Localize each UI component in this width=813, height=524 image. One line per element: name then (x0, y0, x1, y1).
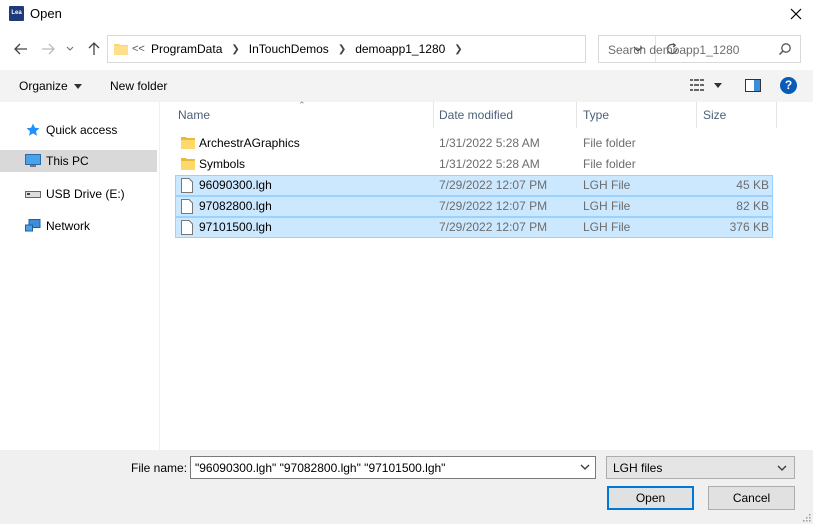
file-date: 1/31/2022 5:28 AM (439, 157, 540, 171)
arrow-left-icon (14, 43, 27, 55)
help-icon[interactable]: ? (780, 77, 797, 94)
breadcrumb-demoapp[interactable]: demoapp1_1280 (352, 42, 448, 56)
file-date: 1/31/2022 5:28 AM (439, 136, 540, 150)
navigation-pane: Quick access This PC USB Drive (E:) Netw… (0, 102, 160, 450)
chevron-down-icon (66, 46, 74, 51)
file-row-96090300[interactable]: 96090300.lgh 7/29/2022 12:07 PM LGH File… (175, 175, 773, 196)
arrow-up-icon (88, 42, 100, 55)
chevron-right-icon[interactable]: ❯ (448, 44, 468, 55)
open-button[interactable]: Open (607, 486, 694, 510)
chevron-right-icon[interactable]: ❯ (332, 44, 352, 55)
file-name: 97101500.lgh (199, 220, 272, 234)
breadcrumb: ProgramData ❯ InTouchDemos ❯ demoapp1_12… (148, 42, 469, 56)
preview-pane-button[interactable] (745, 79, 761, 95)
file-type: LGH File (583, 178, 631, 192)
command-bar: Organize New folder ? (0, 70, 813, 102)
file-name: Symbols (199, 157, 246, 171)
column-divider[interactable] (433, 102, 434, 128)
file-type: File folder (583, 157, 636, 171)
chevron-down-icon (777, 465, 787, 471)
file-date: 7/29/2022 12:07 PM (439, 178, 548, 192)
file-name-label: File name: (131, 461, 188, 475)
file-icon (181, 220, 193, 235)
file-size: 82 KB (736, 199, 769, 213)
caret-down-icon (73, 83, 82, 89)
resize-grip-icon[interactable] (801, 512, 811, 522)
file-type-select[interactable]: LGH files (606, 456, 795, 479)
address-bar[interactable]: << ProgramData ❯ InTouchDemos ❯ demoapp1… (107, 35, 678, 63)
file-type: LGH File (583, 199, 631, 213)
file-row-97082800[interactable]: 97082800.lgh 7/29/2022 12:07 PM LGH File… (175, 196, 773, 217)
file-name: 97082800.lgh (199, 199, 272, 213)
sort-ascending-icon: ⌃ (298, 100, 306, 110)
file-row-archestragraphics[interactable]: ArchestrAGraphics 1/31/2022 5:28 AM File… (175, 133, 773, 154)
back-button[interactable] (10, 38, 32, 60)
pane-divider[interactable] (159, 102, 160, 450)
file-type-value: LGH files (613, 461, 663, 475)
close-icon (790, 8, 802, 20)
cancel-button[interactable]: Cancel (708, 486, 795, 510)
details-view-icon (690, 79, 704, 91)
forward-button[interactable] (37, 38, 59, 60)
arrow-right-icon (42, 43, 55, 55)
search-icon[interactable] (778, 42, 792, 56)
breadcrumb-intouchdemos[interactable]: InTouchDemos (246, 42, 332, 56)
file-name: ArchestrAGraphics (199, 136, 300, 150)
file-name: 96090300.lgh (199, 178, 272, 192)
breadcrumb-programdata[interactable]: ProgramData (148, 42, 225, 56)
column-header-type[interactable]: Type (583, 108, 609, 122)
sidebar-item-network[interactable]: Network (0, 215, 157, 237)
file-size: 376 KB (729, 220, 769, 234)
file-name-value: "96090300.lgh" "97082800.lgh" "97101500.… (195, 461, 446, 475)
sidebar-item-label: USB Drive (E:) (46, 187, 125, 201)
sidebar-item-label: Quick access (46, 123, 118, 137)
file-row-97101500[interactable]: 97101500.lgh 7/29/2022 12:07 PM LGH File… (175, 217, 773, 238)
title-bar: Lea Open (0, 0, 813, 28)
caret-down-icon (714, 82, 722, 88)
folder-icon (114, 44, 128, 55)
column-headers: ⌃ Name Date modified Type Size (160, 100, 813, 128)
sidebar-item-quick-access[interactable]: Quick access (0, 119, 157, 141)
chevron-right-icon[interactable]: ❯ (225, 44, 245, 55)
sidebar-item-label: This PC (46, 154, 89, 168)
column-header-date[interactable]: Date modified (439, 108, 513, 122)
organize-button[interactable]: Organize (19, 79, 82, 93)
star-icon (24, 122, 42, 138)
sidebar-item-this-pc[interactable]: This PC (0, 150, 157, 172)
file-type: File folder (583, 136, 636, 150)
search-box[interactable]: Search demoapp1_1280 (598, 35, 801, 63)
close-button[interactable] (779, 0, 813, 28)
column-header-size[interactable]: Size (703, 108, 726, 122)
file-icon (181, 178, 193, 193)
chevron-down-icon[interactable] (579, 461, 591, 473)
organize-label: Organize (19, 79, 68, 93)
column-divider[interactable] (696, 102, 697, 128)
file-date: 7/29/2022 12:07 PM (439, 220, 548, 234)
file-size: 45 KB (736, 178, 769, 192)
sidebar-item-label: Network (46, 219, 91, 233)
file-date: 7/29/2022 12:07 PM (439, 199, 548, 213)
address-overflow[interactable]: << (132, 43, 145, 55)
window-title: Open (30, 6, 62, 21)
up-button[interactable] (83, 38, 105, 60)
recent-locations-button[interactable] (63, 38, 77, 60)
sidebar-item-usb-drive[interactable]: USB Drive (E:) (0, 183, 157, 205)
usb-drive-icon (24, 186, 42, 202)
network-icon (24, 218, 42, 234)
file-name-field[interactable]: "96090300.lgh" "97082800.lgh" "97101500.… (190, 456, 596, 479)
file-type: LGH File (583, 220, 631, 234)
column-header-name[interactable]: Name (178, 108, 210, 122)
preview-pane-icon (745, 79, 761, 92)
new-folder-button[interactable]: New folder (110, 79, 167, 93)
folder-icon (181, 158, 195, 170)
column-divider[interactable] (776, 102, 777, 128)
folder-icon (181, 137, 195, 149)
search-input[interactable]: Search demoapp1_1280 (608, 43, 739, 57)
computer-icon (24, 153, 42, 169)
column-divider[interactable] (576, 102, 577, 128)
file-row-symbols[interactable]: Symbols 1/31/2022 5:28 AM File folder (175, 154, 773, 175)
file-icon (181, 199, 193, 214)
app-icon: Lea (9, 6, 24, 21)
change-view-button[interactable] (690, 79, 722, 91)
